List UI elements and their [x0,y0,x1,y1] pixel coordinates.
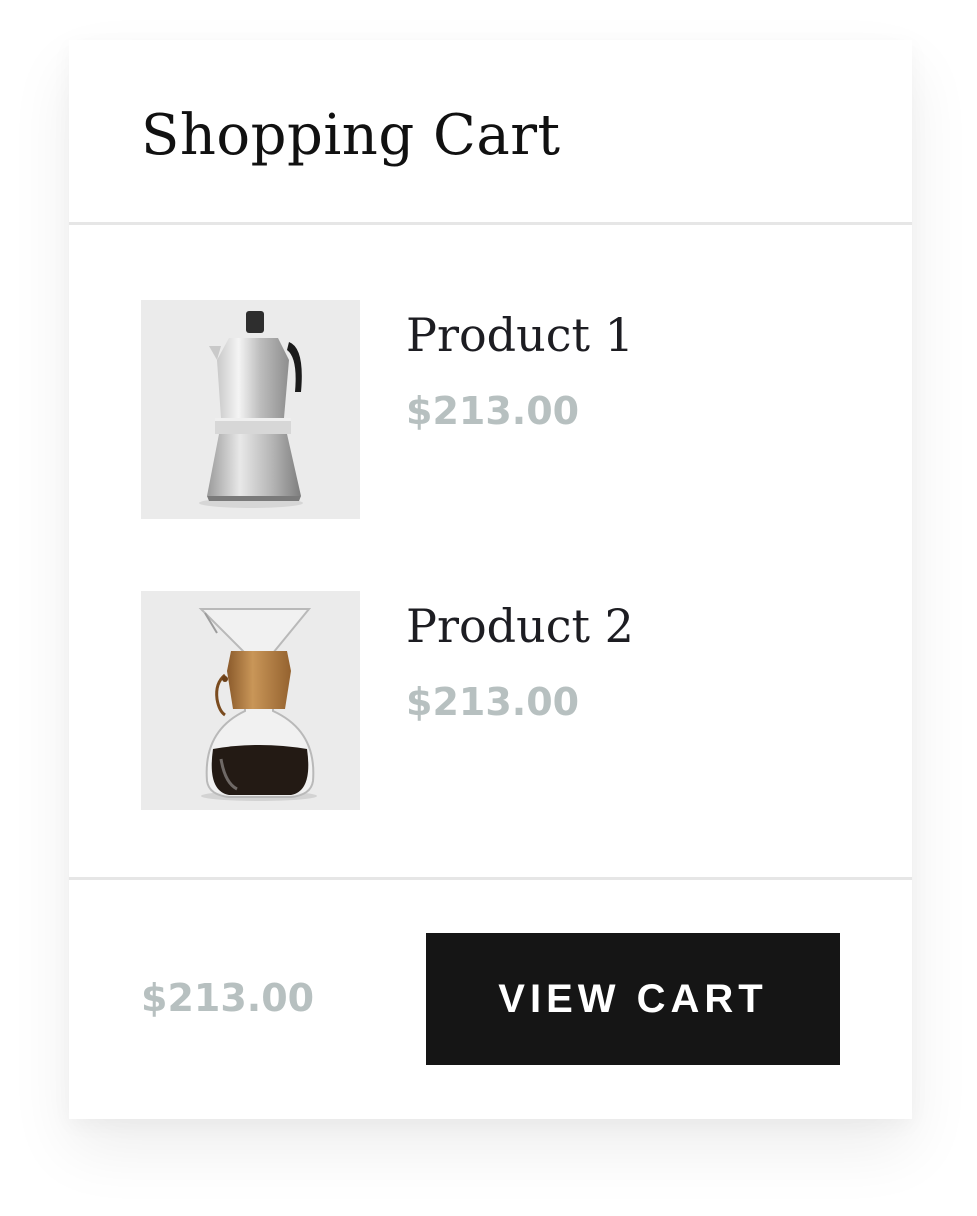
product-price: $213.00 [406,680,580,724]
product-name[interactable]: Product 2 [406,595,634,657]
view-cart-button[interactable]: VIEW CART [426,933,840,1065]
chemex-coffee-maker-image[interactable] [141,591,360,810]
cart-footer: $213.00 VIEW CART [69,880,912,1119]
cart-item[interactable]: Product 2 $213.00 [141,591,841,810]
cart-subtotal: $213.00 [141,976,315,1020]
product-name[interactable]: Product 1 [406,304,634,366]
product-price: $213.00 [406,389,580,433]
cart-header: Shopping Cart [69,40,912,225]
cart-title: Shopping Cart [141,103,561,168]
moka-pot-image[interactable] [141,300,360,519]
shopping-cart-panel: Shopping Cart Product 1 $213.00 Product … [69,40,912,1119]
cart-item[interactable]: Product 1 $213.00 [141,300,841,519]
cart-items-list: Product 1 $213.00 Product 2 $213.00 [69,225,912,880]
